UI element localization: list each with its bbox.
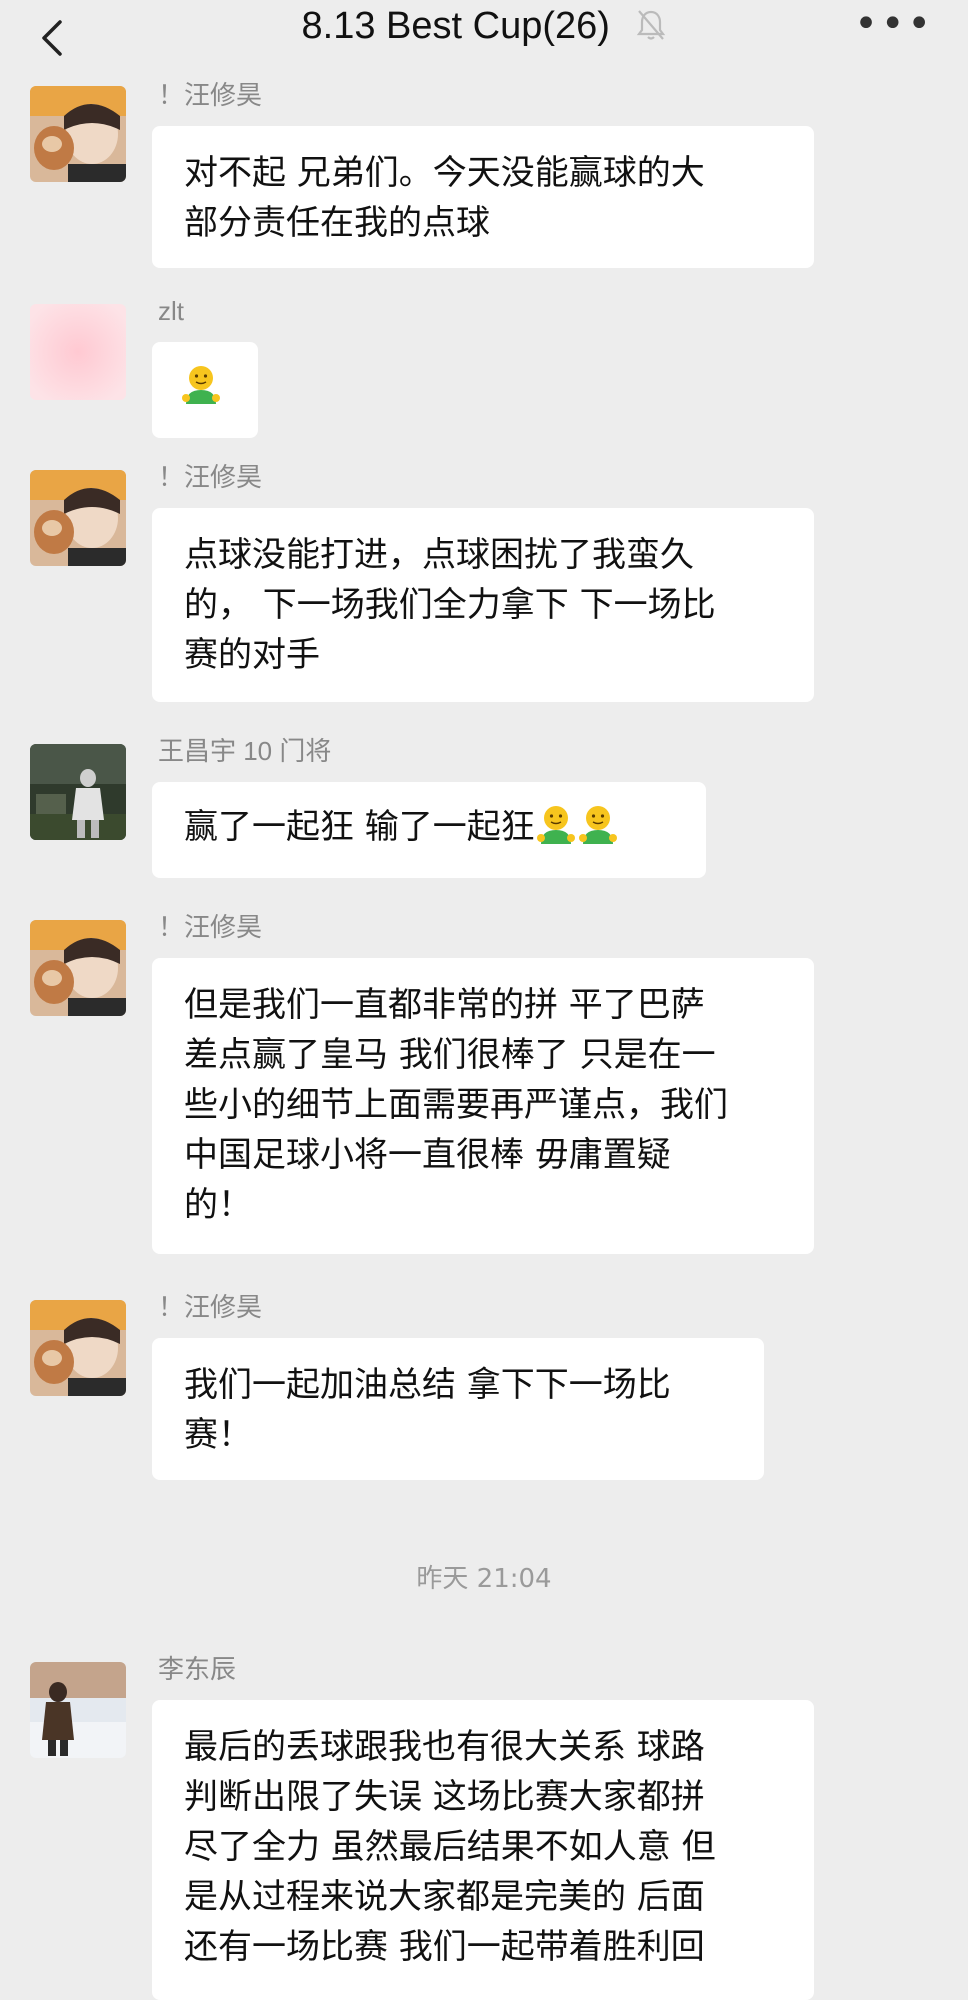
green-shirt-emoji-icon	[535, 804, 577, 846]
mute-bell-icon	[636, 8, 666, 42]
message-text: 但是我们一直都非常的拼 平了巴萨 差点赢了皇马 我们很棒了 只是在一 些小的细节…	[184, 985, 728, 1225]
message-bubble[interactable]: 对不起 兄弟们。今天没能赢球的大 部分责任在我的点球	[152, 126, 814, 268]
avatar-zlt-blurred[interactable]	[30, 304, 126, 400]
message-bubble[interactable]: 点球没能打进，点球困扰了我蛮久 的， 下一场我们全力拿下 下一场比 赛的对手	[152, 508, 814, 702]
avatar-wang-xiuhao[interactable]	[30, 470, 126, 566]
message-text: 赢了一起狂 输了一起狂	[184, 807, 535, 847]
avatar-wang-changyu[interactable]	[30, 744, 126, 840]
message-bubble[interactable]: 赢了一起狂 输了一起狂	[152, 782, 706, 878]
green-shirt-emoji-icon	[180, 364, 222, 406]
sender-name: ！汪修昊	[158, 80, 263, 110]
message-text: 最后的丢球跟我也有很大关系 球路 判断出限了失误 这场比赛大家都拼 尽了全力 虽…	[184, 1727, 716, 1967]
message-text: 点球没能打进，点球困扰了我蛮久 的， 下一场我们全力拿下 下一场比 赛的对手	[184, 535, 716, 675]
green-shirt-emoji-icon	[577, 804, 619, 846]
avatar-wang-xiuhao[interactable]	[30, 86, 126, 182]
sender-name: ！汪修昊	[158, 462, 263, 492]
sender-name: ！汪修昊	[158, 1292, 263, 1322]
message-bubble[interactable]: 但是我们一直都非常的拼 平了巴萨 差点赢了皇马 我们很棒了 只是在一 些小的细节…	[152, 958, 814, 1254]
sender-name: zlt	[158, 296, 184, 326]
chat-title-text: 8.13 Best Cup(26)	[301, 5, 610, 47]
avatar-li-dongchen[interactable]	[30, 1662, 126, 1758]
avatar-wang-xiuhao[interactable]	[30, 1300, 126, 1396]
sender-name: ！汪修昊	[158, 912, 263, 942]
chat-title: 8.13 Best Cup(26)	[0, 4, 968, 48]
avatar-wang-xiuhao[interactable]	[30, 920, 126, 1016]
message-text: 我们一起加油总结 拿下下一场比 赛！	[184, 1365, 671, 1455]
chat-timestamp: 昨天 21:04	[416, 1564, 552, 1594]
message-bubble[interactable]	[152, 342, 258, 438]
message-bubble[interactable]: 我们一起加油总结 拿下下一场比 赛！	[152, 1338, 764, 1480]
more-options-button[interactable]: •••	[854, 4, 934, 44]
sender-name: 李东辰	[158, 1654, 237, 1684]
message-bubble[interactable]: 最后的丢球跟我也有很大关系 球路 判断出限了失误 这场比赛大家都拼 尽了全力 虽…	[152, 1700, 814, 2000]
sender-name: 王昌宇 10 门将	[158, 736, 332, 766]
message-text: 对不起 兄弟们。今天没能赢球的大 部分责任在我的点球	[184, 153, 705, 243]
top-bar: 8.13 Best Cup(26) •••	[0, 0, 968, 72]
